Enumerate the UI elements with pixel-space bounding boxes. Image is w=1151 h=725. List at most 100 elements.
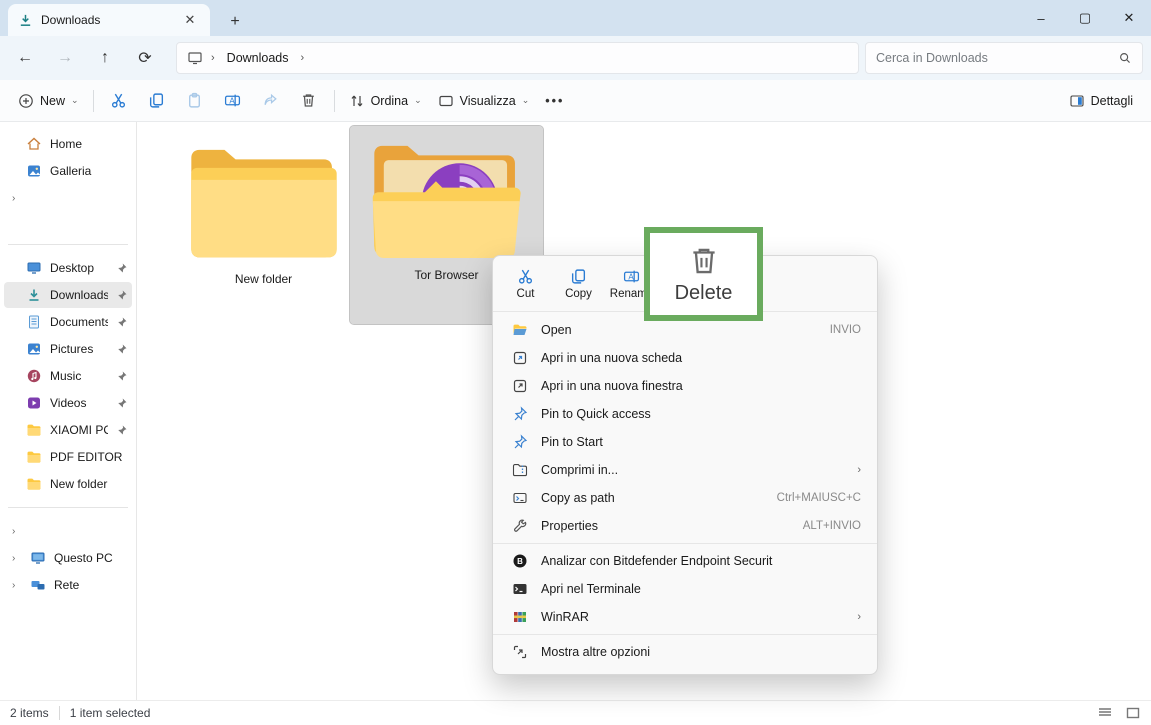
minimize-button[interactable]: – xyxy=(1019,0,1063,36)
delete-highlight-annotation[interactable]: Delete xyxy=(644,227,763,321)
menu-item-label: Pin to Start xyxy=(541,435,861,449)
menu-item-analizar-con-bitdefender-endpoint-securit[interactable]: BAnalizar con Bitdefender Endpoint Secur… xyxy=(497,547,873,575)
submenu-chevron-icon: › xyxy=(857,464,861,476)
menu-item-label: Mostra altre opzioni xyxy=(541,645,861,659)
toolbar-separator xyxy=(334,90,335,112)
menu-item-mostra-altre-opzioni[interactable]: Mostra altre opzioni xyxy=(497,638,873,666)
explorer-tab-downloads[interactable]: Downloads ✕ xyxy=(8,4,210,36)
chevron-right-icon[interactable]: › xyxy=(12,580,22,591)
sidebar-item-rete[interactable]: ›Rete xyxy=(4,572,132,598)
file-name: Tor Browser xyxy=(414,268,478,282)
pin-icon xyxy=(116,397,128,409)
new-button-label: New xyxy=(40,94,65,108)
cut-quick-action[interactable]: Cut xyxy=(499,259,552,309)
plus-circle-icon xyxy=(18,93,34,109)
chevron-down-icon: ⌄ xyxy=(414,95,422,106)
chevron-right-icon[interactable]: › xyxy=(12,553,22,564)
rename-icon: A xyxy=(224,92,241,109)
menu-item-apri-nel-terminale[interactable]: Apri nel Terminale xyxy=(497,575,873,603)
sidebar-item-questo-pc[interactable]: › Questo PC xyxy=(4,545,132,571)
video-icon xyxy=(26,395,42,411)
menu-item-pin-to-quick-access[interactable]: Pin to Quick access xyxy=(497,400,873,428)
svg-text:A: A xyxy=(628,272,634,281)
menu-item-copy-as-path[interactable]: Copy as pathCtrl+MAIUSC+C xyxy=(497,484,873,512)
more-commands-button[interactable]: ••• xyxy=(537,85,572,117)
sidebar-item-label: Videos xyxy=(50,396,108,410)
menu-item-label: Analizar con Bitdefender Endpoint Securi… xyxy=(541,554,861,568)
menu-item-apri-in-una-nuova-scheda[interactable]: Apri in una nuova scheda xyxy=(497,344,873,372)
sidebar-item-home[interactable]: Home xyxy=(4,131,132,157)
cut-button[interactable] xyxy=(100,85,138,117)
document-icon xyxy=(26,314,42,330)
tab-close-icon[interactable]: ✕ xyxy=(180,10,200,30)
view-button[interactable]: Visualizza ⌄ xyxy=(430,85,538,117)
search-box[interactable]: Cerca in Downloads xyxy=(865,42,1143,74)
menu-item-pin-to-start[interactable]: Pin to Start xyxy=(497,428,873,456)
delete-button[interactable] xyxy=(290,85,328,117)
sort-icon xyxy=(349,93,365,109)
folder-icon xyxy=(26,449,42,465)
paste-button[interactable] xyxy=(176,85,214,117)
music-icon xyxy=(26,368,42,384)
file-name: New folder xyxy=(235,272,292,286)
chevron-right-icon: › xyxy=(301,52,305,64)
download-icon xyxy=(26,287,42,303)
sidebar-item-downloads[interactable]: Downloads xyxy=(4,282,132,308)
back-button[interactable]: ← xyxy=(8,42,42,74)
sidebar-item-videos[interactable]: Videos xyxy=(4,390,132,416)
copy-quick-action[interactable]: Copy xyxy=(552,259,605,309)
menu-item-properties[interactable]: PropertiesALT+INVIO xyxy=(497,512,873,540)
sidebar-item-galleria[interactable]: Galleria xyxy=(4,158,132,184)
file-tile-new-folder[interactable]: New folder xyxy=(167,130,360,328)
cut-icon xyxy=(110,92,127,109)
sidebar-expand-chevron[interactable]: › xyxy=(4,185,132,211)
details-button-label: Dettagli xyxy=(1091,94,1133,108)
this-pc-icon xyxy=(187,50,203,66)
new-tab-button[interactable]: + xyxy=(220,8,250,36)
sort-button[interactable]: Ordina ⌄ xyxy=(341,85,430,117)
sidebar-item-new-folder[interactable]: New folder xyxy=(4,471,132,497)
pin-icon xyxy=(116,262,128,274)
chevron-down-icon: ⌄ xyxy=(522,95,530,106)
network-icon xyxy=(30,577,46,593)
copy-icon xyxy=(570,268,587,285)
maximize-button[interactable]: ▢ xyxy=(1063,0,1107,36)
refresh-button[interactable]: ⟳ xyxy=(128,42,162,74)
pin-icon xyxy=(116,289,128,301)
sidebar-expand-chevron[interactable]: › xyxy=(4,518,132,544)
share-button[interactable] xyxy=(252,85,290,117)
toolbar-separator xyxy=(93,90,94,112)
forward-button[interactable]: → xyxy=(48,42,82,74)
breadcrumb-downloads[interactable]: Downloads xyxy=(223,49,293,67)
menu-item-label: Properties xyxy=(541,519,791,533)
sidebar-item-desktop[interactable]: Desktop xyxy=(4,255,132,281)
menu-item-label: Copy as path xyxy=(541,491,765,505)
up-button[interactable]: ↑ xyxy=(88,42,122,74)
menu-item-comprimi-in[interactable]: Comprimi in...› xyxy=(497,456,873,484)
menu-item-shortcut: INVIO xyxy=(830,324,861,336)
sidebar-item-pictures[interactable]: Pictures xyxy=(4,336,132,362)
title-bar: Downloads ✕ + – ▢ ✕ xyxy=(0,0,1151,36)
sidebar-item-label: Questo PC xyxy=(54,551,128,565)
copy-button[interactable] xyxy=(138,85,176,117)
address-bar[interactable]: › Downloads › xyxy=(176,42,859,74)
menu-item-winrar[interactable]: WinRAR› xyxy=(497,603,873,631)
close-button[interactable]: ✕ xyxy=(1107,0,1151,36)
new-button[interactable]: New ⌄ xyxy=(10,85,87,117)
sidebar-item-music[interactable]: Music xyxy=(4,363,132,389)
folder-icon xyxy=(26,476,42,492)
trash-icon xyxy=(300,92,317,109)
sidebar-divider xyxy=(8,244,128,245)
sidebar-item-label: XIAOMI POCO F xyxy=(50,423,108,437)
icons-view-toggle-icon[interactable] xyxy=(1125,705,1141,721)
sidebar-item-xiaomi-poco-f[interactable]: XIAOMI POCO F xyxy=(4,417,132,443)
sidebar-item-documents[interactable]: Documents xyxy=(4,309,132,335)
menu-item-apri-in-una-nuova-finestra[interactable]: Apri in una nuova finestra xyxy=(497,372,873,400)
new-window-icon xyxy=(511,378,529,394)
details-pane-icon xyxy=(1069,93,1085,109)
rename-button[interactable]: A xyxy=(214,85,252,117)
details-pane-button[interactable]: Dettagli xyxy=(1061,85,1141,117)
list-view-toggle-icon[interactable] xyxy=(1097,705,1113,721)
sidebar-item-pdf-editor[interactable]: PDF EDITOR xyxy=(4,444,132,470)
gallery-icon xyxy=(26,163,42,179)
